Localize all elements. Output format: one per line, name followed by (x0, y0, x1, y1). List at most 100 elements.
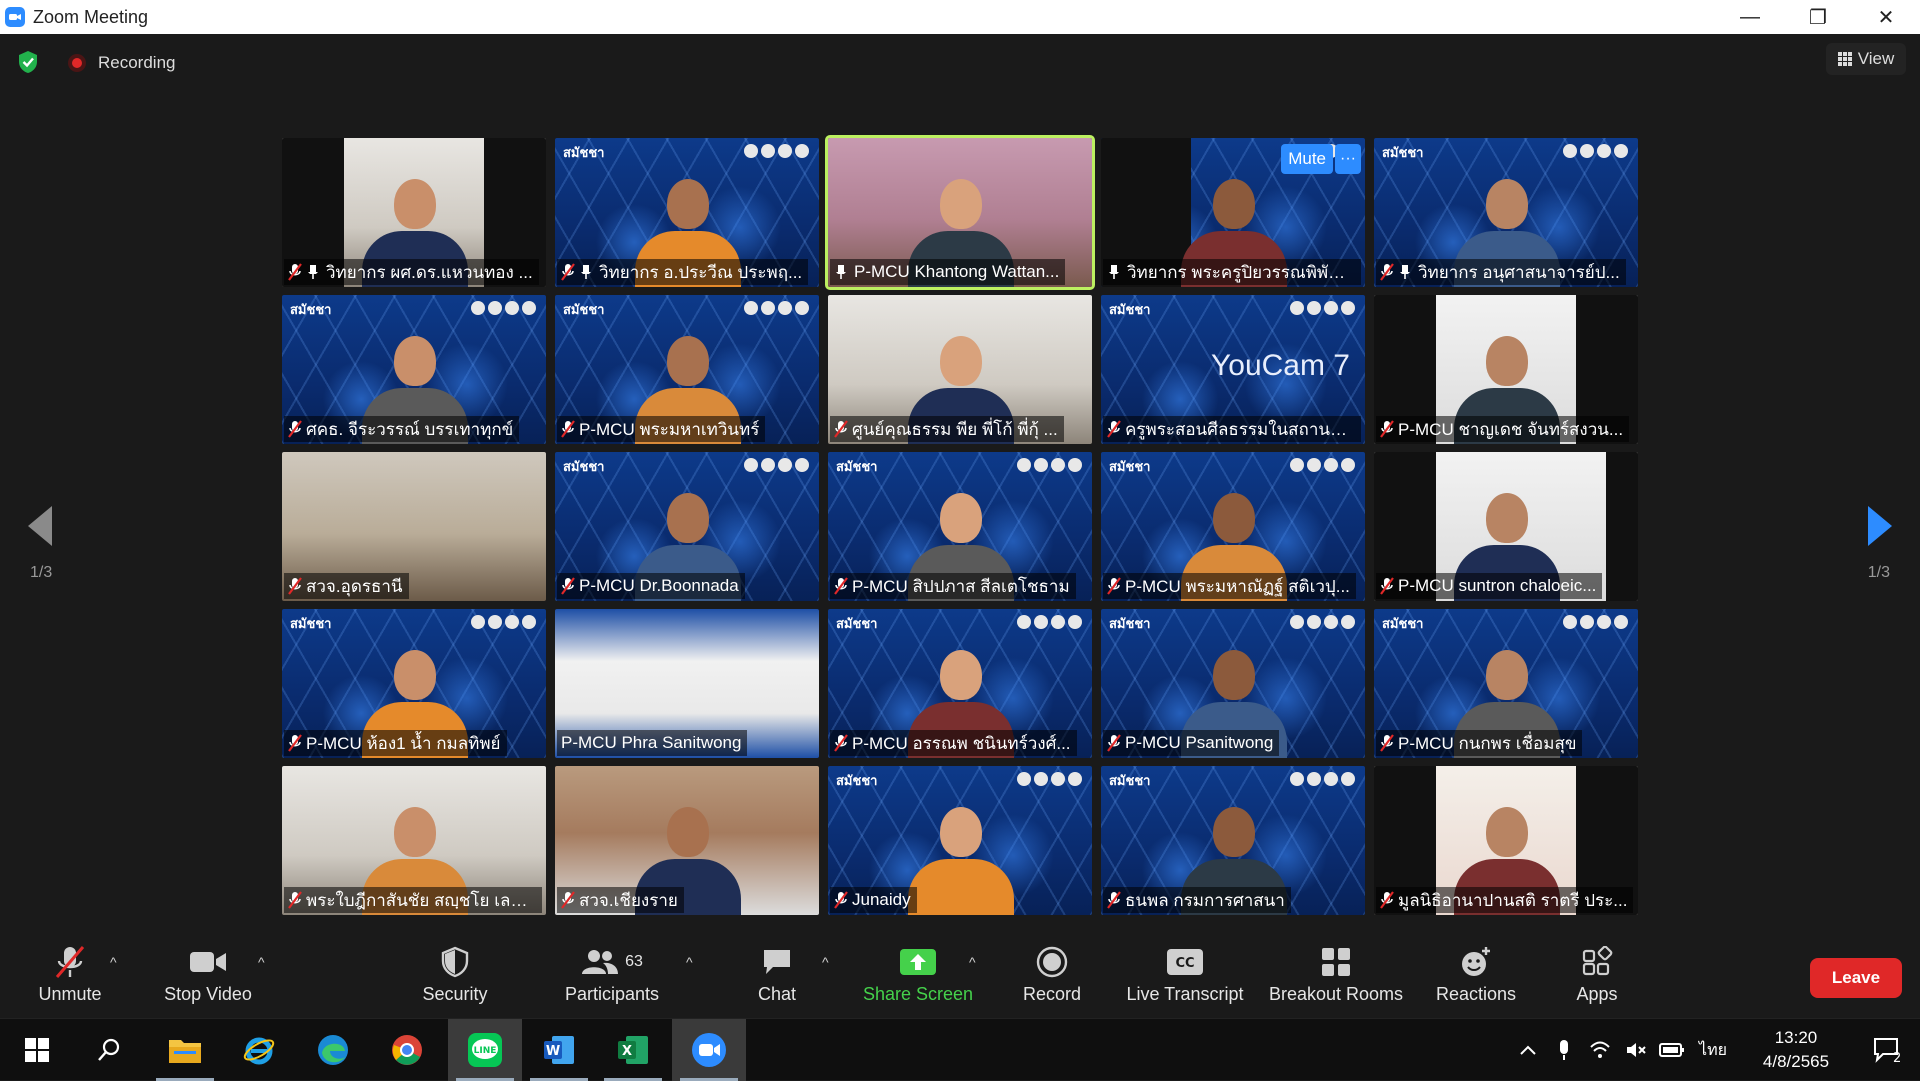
chat-button[interactable]: Chat (707, 942, 847, 1005)
participant-tile[interactable]: สมัชชาวิทยากร อ.ประวีณ ประพฤ... (555, 138, 819, 287)
virtual-background-brand: สมัชชา (563, 302, 605, 317)
participant-name: P-MCU suntron chaloeic... (1398, 576, 1597, 595)
pin-icon (581, 265, 591, 279)
breakout-rooms-button[interactable]: Breakout Rooms (1266, 942, 1406, 1005)
mic-muted-icon (288, 734, 302, 752)
security-button[interactable]: Security (385, 942, 525, 1005)
participant-name: มูลนิธิอานาปานสติ ราตรี ประ... (1398, 890, 1628, 910)
participant-tile[interactable]: สมัชชา ศคธ. จีระวรรณ์ บรรเทาทุกข์ (282, 295, 546, 444)
chat-options-caret-icon[interactable]: ^ (822, 954, 829, 970)
mic-muted-icon (1107, 420, 1121, 438)
taskbar-search-button[interactable] (72, 1019, 146, 1081)
tray-volume-muted-icon[interactable] (1618, 1041, 1654, 1059)
windows-start-button[interactable] (0, 1019, 74, 1081)
window-titlebar: Zoom Meeting — ❐ ✕ (0, 0, 1920, 34)
tray-battery-icon[interactable] (1654, 1042, 1690, 1058)
share-screen-button[interactable]: Share Screen (848, 942, 988, 1005)
participant-tile[interactable]: สมัชชา P-MCU กนกพร เชื่อมสุข (1374, 609, 1638, 758)
letterbox-right (1606, 452, 1638, 601)
maximize-button[interactable]: ❐ (1784, 0, 1852, 34)
reactions-label: Reactions (1435, 984, 1517, 1004)
participant-tile[interactable]: P-MCU Phra Sanitwong (555, 609, 819, 758)
video-options-caret-icon[interactable]: ^ (258, 954, 265, 970)
participant-tile[interactable]: สมัชชา P-MCU พระมหาเทวินทร์ (555, 295, 819, 444)
stop-video-button[interactable]: Stop Video (138, 942, 278, 1005)
live-transcript-button[interactable]: CC Live Transcript (1115, 942, 1255, 1005)
participant-tile[interactable]: P-MCU suntron chaloeic... (1374, 452, 1638, 601)
participant-tile[interactable]: พระใบฎีกาสันชัย สญฺชโย เลข... (282, 766, 546, 915)
notification-count: 2 (1893, 1051, 1901, 1064)
participant-tile[interactable]: สมัชชา P-MCU พระมหาณัฏฐ์ สติเวปุ... (1101, 452, 1365, 601)
virtual-background-logos (744, 144, 809, 158)
participants-options-caret-icon[interactable]: ^ (686, 954, 693, 970)
taskbar-internet-explorer[interactable] (222, 1019, 296, 1081)
reactions-smiley-icon (1462, 947, 1490, 976)
virtual-background-brand: สมัชชา (563, 145, 605, 160)
reactions-button[interactable]: Reactions (1406, 942, 1546, 1005)
line-app-text: LINE (474, 1046, 497, 1056)
participant-name-label: P-MCU พระมหาเทวินทร์ (557, 416, 766, 442)
participant-tile[interactable]: สมัชชา P-MCU Psanitwong (1101, 609, 1365, 758)
participant-tile[interactable]: สวจ.อุดรธานี (282, 452, 546, 601)
participant-tile[interactable]: สมัชชา วิทยากร อนุศาสนาจารย์ป... (1374, 138, 1638, 287)
tile-mute-button[interactable]: Mute (1281, 144, 1333, 174)
recording-indicator[interactable]: Recording (68, 53, 176, 73)
taskbar-word[interactable]: W (522, 1019, 596, 1081)
participant-name-label: ศคธ. จีระวรรณ์ บรรเทาทุกข์ (284, 416, 520, 442)
audio-options-caret-icon[interactable]: ^ (110, 954, 117, 970)
previous-page-arrow-icon[interactable] (26, 504, 56, 548)
participant-tile[interactable]: สวจ.เชียงราย (555, 766, 819, 915)
record-label: Record (1022, 984, 1082, 1004)
apps-icon (1582, 946, 1613, 976)
action-center-button[interactable]: 2 (1856, 1036, 1920, 1064)
participant-tile[interactable]: P-MCU ชาญเดช จันทร์สงวน... (1374, 295, 1638, 444)
participant-name-label: P-MCU กนกพร เชื่อมสุข (1376, 730, 1583, 756)
participants-button[interactable]: 63 Participants (542, 942, 682, 1005)
virtual-background-logos (1017, 458, 1082, 472)
participant-tile[interactable]: สมัชชาMute···วิทยากร พระครูปิยวรรณพิพัฒ.… (1101, 138, 1365, 287)
tile-more-options-button[interactable]: ··· (1335, 144, 1361, 174)
taskbar-edge[interactable] (296, 1019, 370, 1081)
taskbar-chrome[interactable] (370, 1019, 444, 1081)
participant-tile[interactable]: สมัชชา Junaidy (828, 766, 1092, 915)
pin-icon (1109, 265, 1119, 279)
view-button[interactable]: View (1826, 43, 1906, 75)
taskbar-zoom[interactable] (672, 1019, 746, 1081)
tray-microphone-icon[interactable] (1546, 1039, 1582, 1061)
taskbar-line[interactable]: LINE (448, 1019, 522, 1081)
leave-button[interactable]: Leave (1810, 958, 1902, 998)
participant-name: ครูพระสอนศีลธรรมในสถานศึก... (1125, 419, 1355, 439)
participant-tile[interactable]: วิทยากร ผศ.ดร.แหวนทอง ... (282, 138, 546, 287)
participant-tile[interactable]: สมัชชา YouCam 7 ครูพระสอนศีลธรรมในสถานศึก.… (1101, 295, 1365, 444)
participants-icon (582, 950, 619, 974)
participant-tile[interactable]: สมัชชา ธนพล กรมการศาสนา (1101, 766, 1365, 915)
participant-tile[interactable]: P-MCU Khantong Wattan... (825, 135, 1095, 290)
taskbar-file-explorer[interactable] (148, 1019, 222, 1081)
minimize-button[interactable]: — (1716, 0, 1784, 34)
participant-name-label: วิทยากร อนุศาสนาจารย์ป... (1376, 259, 1626, 285)
close-button[interactable]: ✕ (1852, 0, 1920, 34)
apps-button[interactable]: Apps (1527, 942, 1667, 1005)
participant-tile[interactable]: สมัชชา P-MCU อรรณพ ชนินทร์วงศ์... (828, 609, 1092, 758)
participant-name: Junaidy (852, 890, 911, 909)
taskbar-clock[interactable]: 13:20 4/8/2565 (1736, 1026, 1856, 1074)
folder-icon (169, 1040, 201, 1063)
share-options-caret-icon[interactable]: ^ (969, 954, 976, 970)
taskbar-excel[interactable]: X (596, 1019, 670, 1081)
participant-tile[interactable]: ศูนย์คุณธรรม พีย พี่โก้ พี่กุ้ ... (828, 295, 1092, 444)
encryption-shield-icon[interactable] (17, 50, 39, 74)
unmute-button[interactable]: Unmute (0, 942, 140, 1005)
participant-name-label: วิทยากร อ.ประวีณ ประพฤ... (557, 259, 809, 285)
zoom-app-icon (692, 1033, 726, 1067)
record-button[interactable]: Record (982, 942, 1122, 1005)
participant-tile[interactable]: สมัชชา P-MCU Dr.Boonnada (555, 452, 819, 601)
next-page-arrow-icon[interactable] (1864, 504, 1894, 548)
tray-wifi-icon[interactable] (1582, 1041, 1618, 1059)
edge-icon (318, 1035, 348, 1065)
participant-tile[interactable]: มูลนิธิอานาปานสติ ราตรี ประ... (1374, 766, 1638, 915)
tray-language[interactable]: ไทย (1690, 1038, 1736, 1063)
participant-tile[interactable]: สมัชชา P-MCU สิปปภาส สีลเตโชธาม (828, 452, 1092, 601)
virtual-background-brand: สมัชชา (1109, 773, 1151, 788)
tray-overflow-chevron-icon[interactable] (1510, 1044, 1546, 1056)
participant-tile[interactable]: สมัชชา P-MCU ห้อง1 น้ำ กมลทิพย์ (282, 609, 546, 758)
